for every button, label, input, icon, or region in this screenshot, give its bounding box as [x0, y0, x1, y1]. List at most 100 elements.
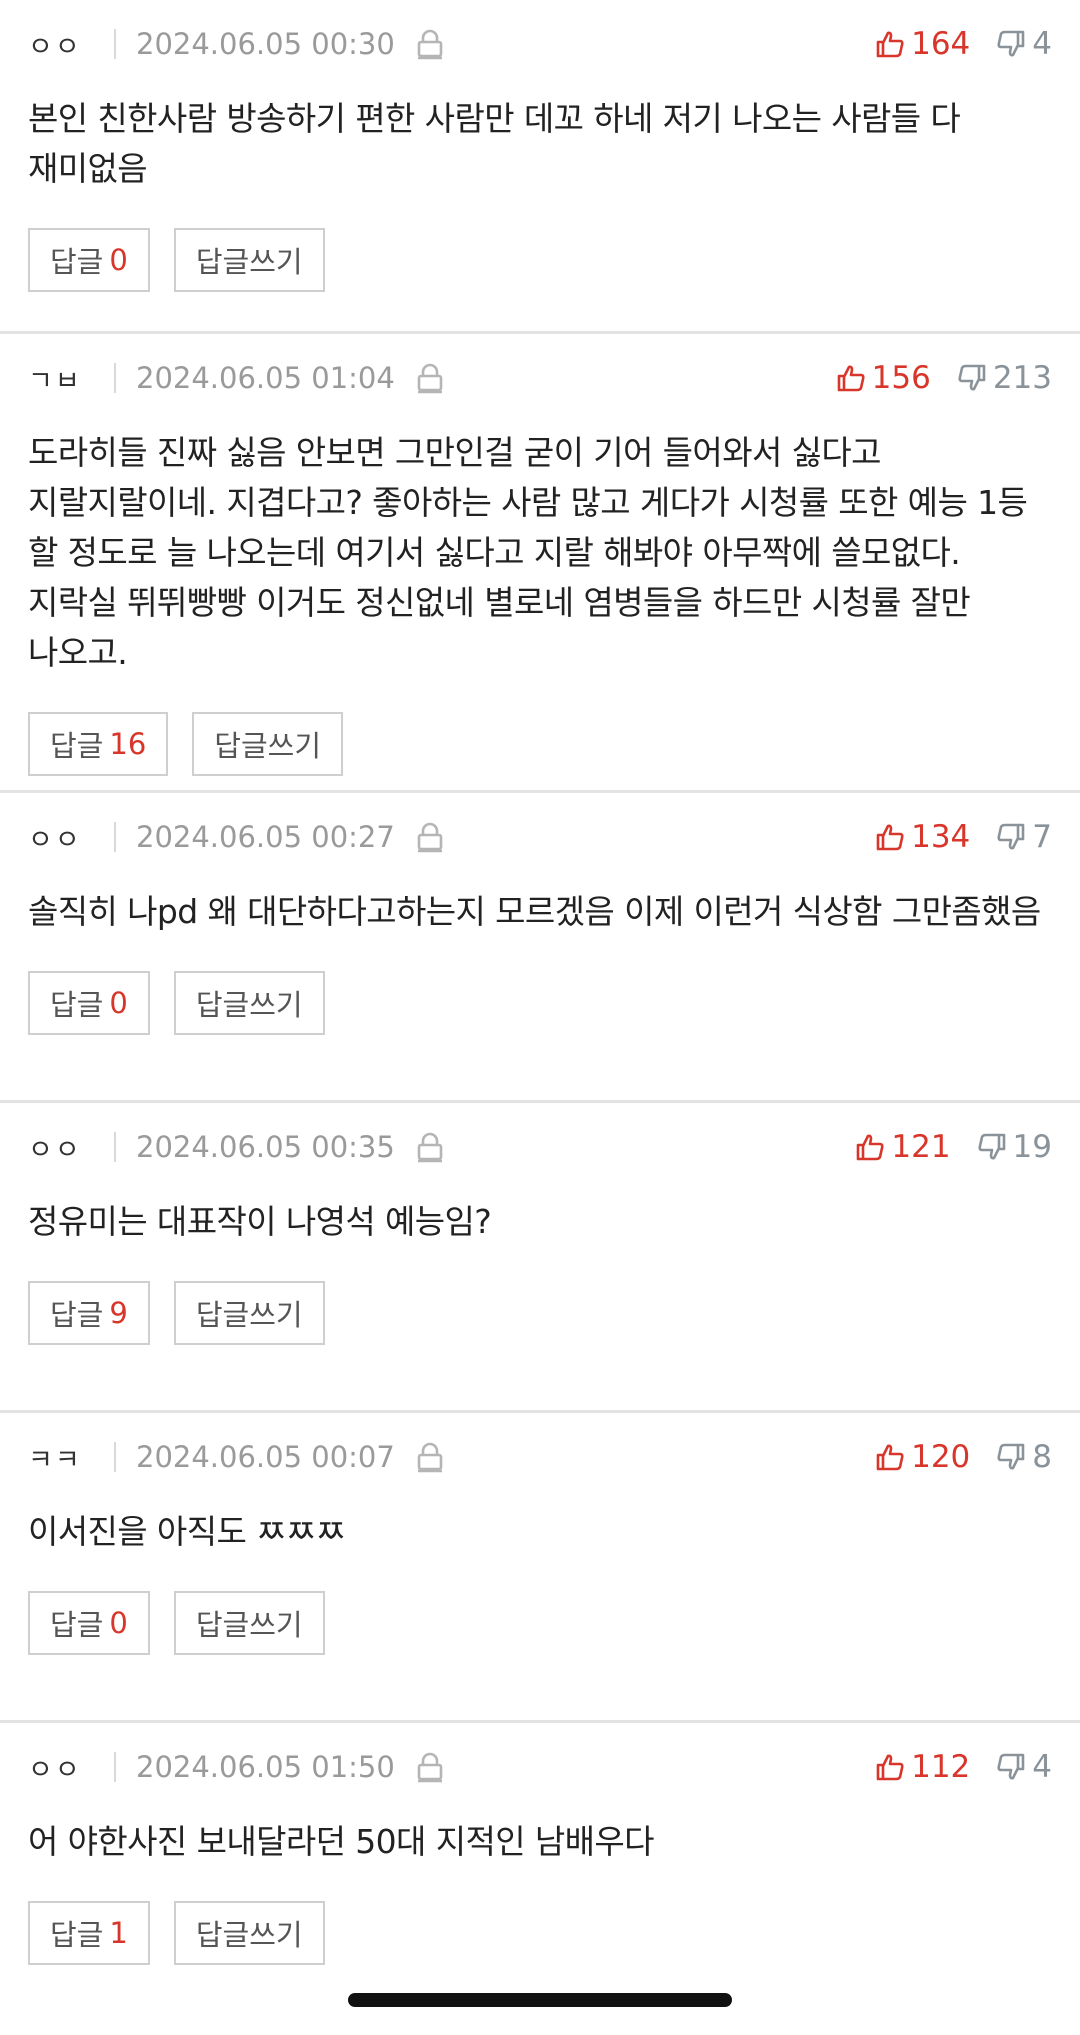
- comment-text: 본인 친한사람 방송하기 편한 사람만 데꼬 하네 저기 나오는 사람들 다 재…: [28, 99, 961, 188]
- replies-button[interactable]: 답글 0: [28, 1591, 150, 1655]
- vote-area: 164 4: [875, 22, 1052, 66]
- comment-author: ㅇㅇ: [28, 1134, 82, 1166]
- comment-meta: ㅇㅇ 2024.06.05 00:27 134 7: [28, 815, 1052, 859]
- dislike-button[interactable]: 213: [957, 360, 1052, 396]
- thumbs-down-icon: [958, 364, 986, 391]
- thumbs-up-icon: [876, 1754, 904, 1781]
- comment-item: ㅇㅇ 2024.06.05 00:27 134 7 솔직히 나pd 왜 대단하다…: [0, 793, 1080, 1103]
- comment-meta: ㅇㅇ 2024.06.05 01:50 112 4: [28, 1745, 1052, 1789]
- home-indicator: [348, 1993, 732, 2007]
- lock-icon: [415, 1751, 445, 1783]
- reply-count: 0: [109, 986, 128, 1020]
- dislike-count: 19: [1012, 1129, 1052, 1165]
- thumbs-up-icon: [876, 1444, 904, 1471]
- comment-item: ㅇㅇ 2024.06.05 00:30 164 4 본인 친한사람 방송하기 편…: [0, 0, 1080, 334]
- reply-count: 9: [109, 1296, 128, 1330]
- thumbs-down-icon: [997, 30, 1025, 57]
- comment-author: ㅋㅋ: [28, 1444, 82, 1476]
- comment-item: ㅇㅇ 2024.06.05 00:35 121 19 정유미는 대표작이 나영석…: [0, 1103, 1080, 1413]
- comment-author: ㅇㅇ: [28, 1754, 82, 1786]
- vote-area: 121 19: [855, 1125, 1052, 1169]
- comment-meta: ㅇㅇ 2024.06.05 00:35 121 19: [28, 1125, 1052, 1169]
- like-count: 112: [911, 1749, 971, 1785]
- write-reply-button[interactable]: 답글쓰기: [173, 228, 325, 292]
- lock-icon: [415, 362, 445, 394]
- comment-list: ㅇㅇ 2024.06.05 00:30 164 4 본인 친한사람 방송하기 편…: [0, 0, 1080, 2013]
- vote-area: 120 8: [875, 1435, 1052, 1479]
- comment-author: ㅇㅇ: [28, 31, 82, 63]
- replies-button[interactable]: 답글 9: [28, 1281, 150, 1345]
- comment-actions: 답글 9 답글쓰기: [28, 1281, 1052, 1345]
- comment-author: ㄱㅂ: [28, 365, 82, 397]
- meta-divider: [114, 363, 116, 393]
- meta-divider: [114, 1132, 116, 1162]
- comment-author: ㅇㅇ: [28, 824, 82, 856]
- replies-button[interactable]: 답글 0: [28, 228, 150, 292]
- reply-count: 16: [109, 727, 147, 761]
- replies-button[interactable]: 답글 16: [28, 712, 169, 776]
- write-reply-label: 답글쓰기: [195, 1608, 303, 1642]
- like-button[interactable]: 164: [875, 26, 970, 62]
- comment-date: 2024.06.05 01:04: [136, 361, 395, 395]
- lock-icon: [415, 28, 445, 60]
- comment-meta: ㅇㅇ 2024.06.05 00:30 164 4: [28, 22, 1052, 66]
- comment-actions: 답글 16 답글쓰기: [28, 712, 1052, 776]
- comment-item: ㅇㅇ 2024.06.05 01:50 112 4 어 야한사진 보내달라던 5…: [0, 1723, 1080, 2013]
- like-count: 156: [871, 360, 931, 396]
- replies-button[interactable]: 답글 0: [28, 971, 150, 1035]
- lock-icon: [415, 821, 445, 853]
- replies-label: 답글: [50, 729, 104, 763]
- dislike-count: 4: [1032, 1749, 1052, 1785]
- dislike-count: 7: [1032, 819, 1052, 855]
- replies-label: 답글: [50, 245, 104, 279]
- like-button[interactable]: 112: [875, 1749, 970, 1785]
- like-button[interactable]: 156: [836, 360, 931, 396]
- write-reply-button[interactable]: 답글쓰기: [173, 1281, 325, 1345]
- write-reply-button[interactable]: 답글쓰기: [192, 712, 344, 776]
- write-reply-label: 답글쓰기: [195, 1918, 303, 1952]
- comment-item: ㅋㅋ 2024.06.05 00:07 120 8 이서진을 아직도 ㅉㅉㅉ 답…: [0, 1413, 1080, 1723]
- write-reply-button[interactable]: 답글쓰기: [173, 971, 325, 1035]
- dislike-button[interactable]: 4: [996, 1749, 1052, 1785]
- comment-actions: 답글 0 답글쓰기: [28, 971, 1052, 1035]
- comment-actions: 답글 1 답글쓰기: [28, 1901, 1052, 1965]
- dislike-button[interactable]: 19: [977, 1129, 1052, 1165]
- comment-meta: ㄱㅂ 2024.06.05 01:04 156 213: [28, 356, 1052, 400]
- comment-item: ㄱㅂ 2024.06.05 01:04 156 213 도라히들 진짜 싫음 안…: [0, 334, 1080, 793]
- meta-divider: [114, 1442, 116, 1472]
- dislike-button[interactable]: 4: [996, 26, 1052, 62]
- dislike-count: 8: [1032, 1439, 1052, 1475]
- vote-area: 112 4: [875, 1745, 1052, 1789]
- reply-count: 1: [109, 1916, 128, 1950]
- like-button[interactable]: 120: [875, 1439, 970, 1475]
- reply-count: 0: [109, 243, 128, 277]
- write-reply-label: 답글쓰기: [195, 988, 303, 1022]
- replies-button[interactable]: 답글 1: [28, 1901, 150, 1965]
- comment-date: 2024.06.05 00:07: [136, 1440, 395, 1474]
- replies-label: 답글: [50, 1918, 104, 1952]
- comment-date: 2024.06.05 01:50: [136, 1750, 395, 1784]
- comment-actions: 답글 0 답글쓰기: [28, 1591, 1052, 1655]
- comment-actions: 답글 0 답글쓰기: [28, 228, 1052, 292]
- comment-date: 2024.06.05 00:27: [136, 820, 395, 854]
- thumbs-down-icon: [997, 823, 1025, 850]
- thumbs-down-icon: [997, 1753, 1025, 1780]
- like-count: 134: [911, 819, 971, 855]
- comment-text: 정유미는 대표작이 나영석 예능임?: [28, 1202, 492, 1241]
- write-reply-button[interactable]: 답글쓰기: [173, 1901, 325, 1965]
- like-button[interactable]: 134: [875, 819, 970, 855]
- replies-label: 답글: [50, 1608, 104, 1642]
- lock-icon: [415, 1441, 445, 1473]
- dislike-button[interactable]: 8: [996, 1439, 1052, 1475]
- vote-area: 134 7: [875, 815, 1052, 859]
- like-count: 120: [911, 1439, 971, 1475]
- write-reply-label: 답글쓰기: [214, 729, 322, 763]
- meta-divider: [114, 1752, 116, 1782]
- like-button[interactable]: 121: [855, 1129, 951, 1165]
- write-reply-button[interactable]: 답글쓰기: [173, 1591, 325, 1655]
- thumbs-down-icon: [978, 1133, 1005, 1160]
- lock-icon: [415, 1131, 445, 1163]
- thumbs-up-icon: [857, 1134, 884, 1161]
- comment-text: 도라히들 진짜 싫음 안보면 그만인걸 굳이 기어 들어와서 싫다고 지랄지랄이…: [28, 433, 1028, 672]
- dislike-button[interactable]: 7: [996, 819, 1052, 855]
